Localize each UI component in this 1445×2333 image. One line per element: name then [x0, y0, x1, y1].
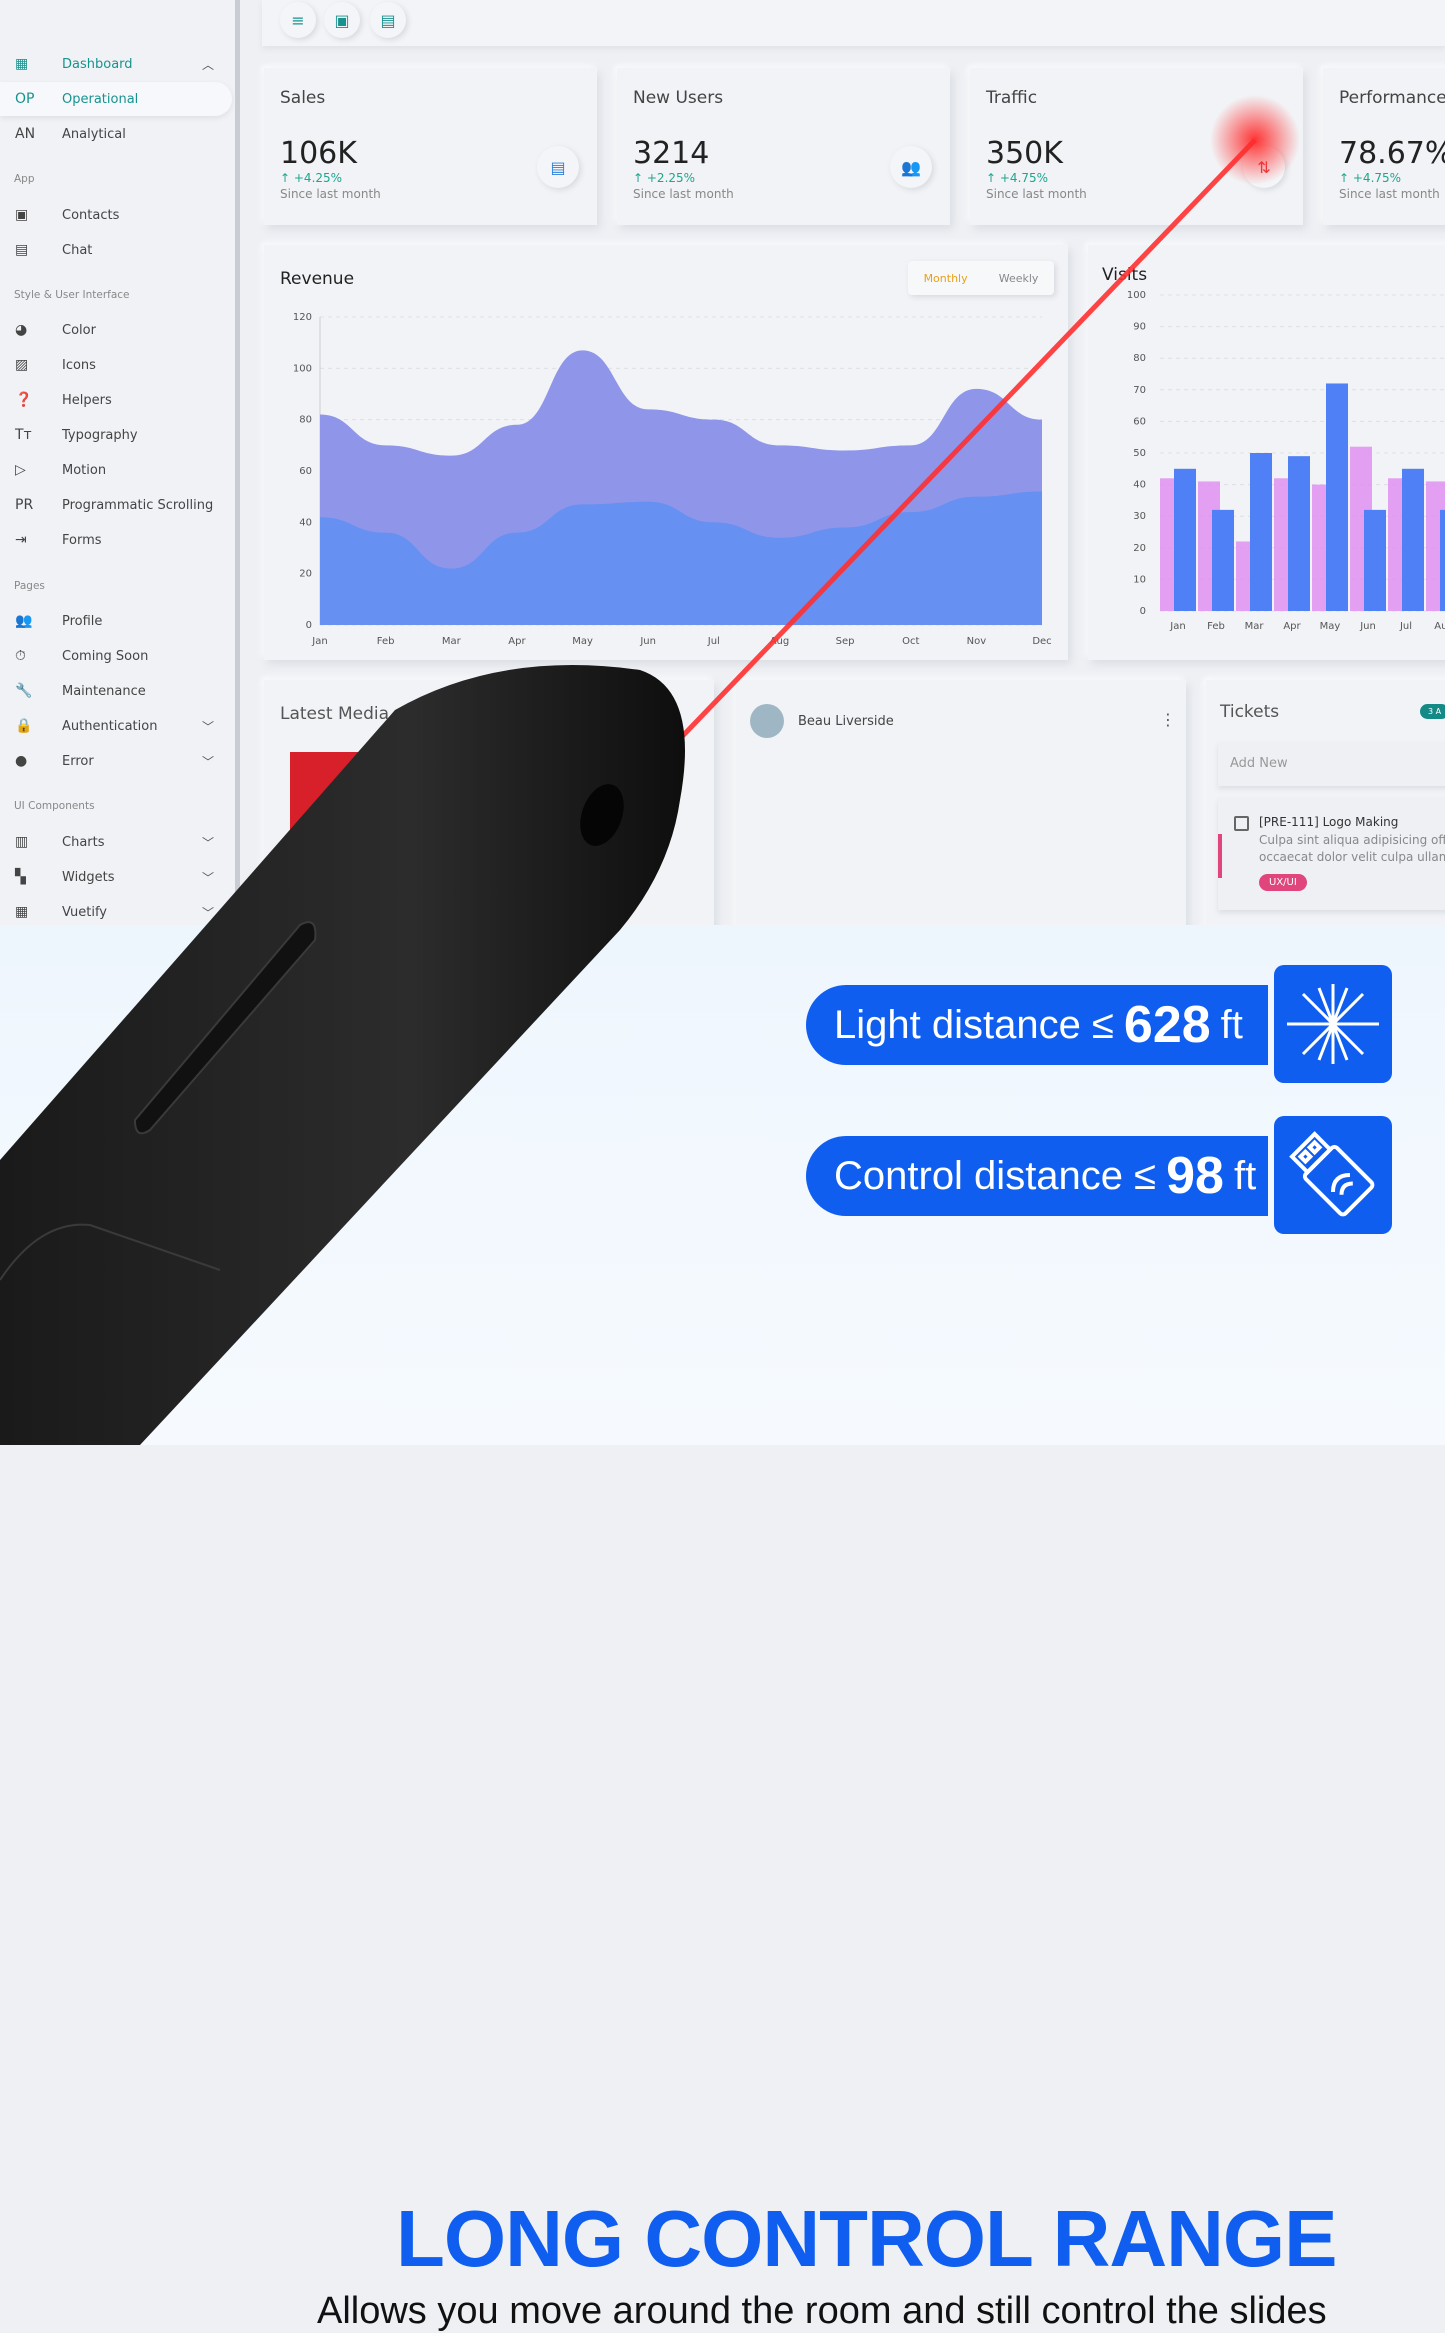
laser-beam: [598, 138, 1257, 824]
laser-dot: [1210, 95, 1300, 185]
subline: Allows you move around the room and stil…: [317, 2290, 1327, 2332]
headline: LONG CONTROL RANGE: [396, 2194, 1338, 2283]
laser-pointer-product: [0, 95, 1300, 1445]
pointer-body: [0, 665, 685, 1445]
